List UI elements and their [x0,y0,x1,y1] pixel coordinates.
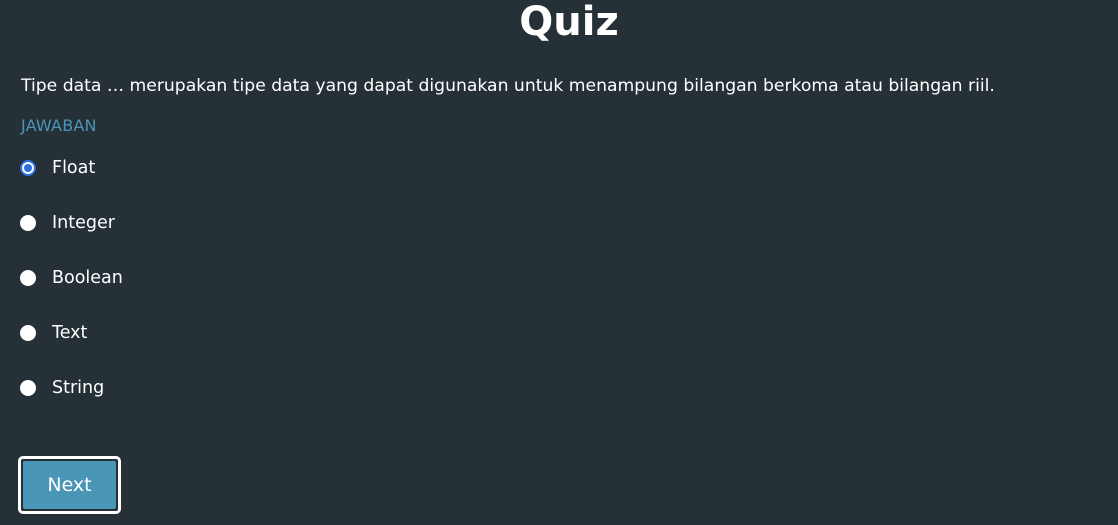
radio-float[interactable] [20,160,36,176]
option-float[interactable]: Float [20,151,123,185]
option-label-boolean: Boolean [52,268,123,288]
option-label-integer: Integer [52,213,115,233]
next-button[interactable]: Next [18,456,121,514]
next-button-label: Next [23,461,116,509]
option-text[interactable]: Text [20,316,123,350]
quiz-page: Quiz Tipe data … merupakan tipe data yan… [0,0,1118,525]
radio-boolean[interactable] [20,270,36,286]
page-title: Quiz [519,0,619,45]
question-text: Tipe data … merupakan tipe data yang dap… [21,76,995,96]
radio-text[interactable] [20,325,36,341]
option-label-string: String [52,378,105,398]
option-integer[interactable]: Integer [20,206,123,240]
option-string[interactable]: String [20,371,123,405]
answer-options: Float Integer Boolean Text String [20,151,123,426]
option-label-text: Text [52,323,88,343]
radio-integer[interactable] [20,215,36,231]
answer-section-label: JAWABAN [21,116,97,135]
radio-string[interactable] [20,380,36,396]
option-label-float: Float [52,158,96,178]
option-boolean[interactable]: Boolean [20,261,123,295]
